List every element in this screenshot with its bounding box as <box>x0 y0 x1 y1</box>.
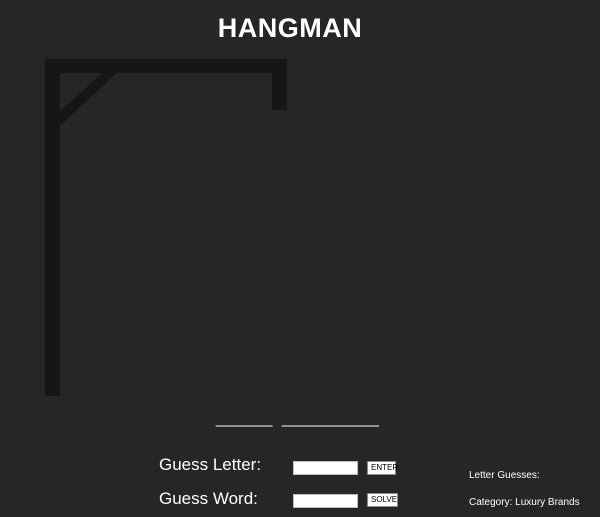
word-blanks: ____ _______ <box>216 398 379 429</box>
gallows-drawing <box>45 59 287 396</box>
category-label: Category: <box>469 497 513 508</box>
letter-guesses: Letter Guesses: <box>469 470 540 481</box>
gallows-post <box>45 60 60 396</box>
letter-guesses-label: Letter Guesses: <box>469 470 540 481</box>
guess-word-input[interactable] <box>293 494 358 508</box>
category: Category: Luxury Brands <box>469 497 580 508</box>
guess-letter-input[interactable] <box>293 461 358 475</box>
guess-letter-label: Guess Letter: <box>159 455 262 474</box>
guess-word-label: Guess Word: <box>159 489 258 508</box>
gallows-rope-hook <box>272 59 287 110</box>
enter-button[interactable]: ENTER <box>367 461 398 475</box>
category-value: Luxury Brands <box>515 497 580 508</box>
solve-button[interactable]: SOLVE <box>367 493 398 507</box>
gallows-beam <box>45 59 287 73</box>
gallows-brace <box>57 68 122 125</box>
